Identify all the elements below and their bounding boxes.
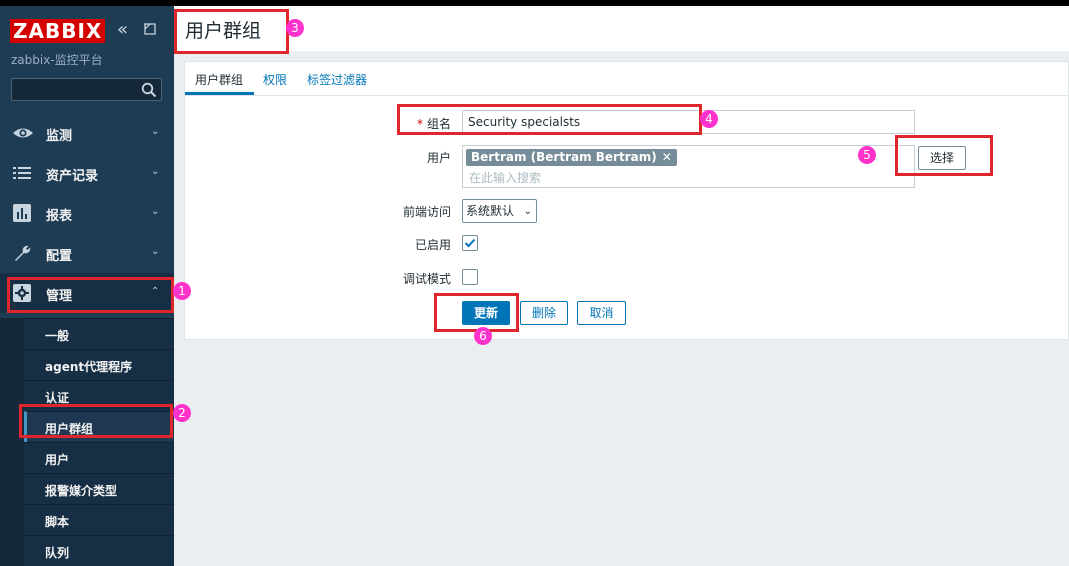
users-label: 用户 bbox=[426, 151, 451, 165]
chevron-down-icon: ⌄ bbox=[151, 246, 160, 257]
annotation-box-2 bbox=[19, 404, 173, 438]
tab-tag-filter[interactable]: 标签过滤器 bbox=[307, 71, 367, 88]
annotation-badge-1: 1 bbox=[173, 282, 191, 300]
submenu-label: agent代理程序 bbox=[45, 360, 133, 374]
annotation-box-4 bbox=[397, 104, 702, 135]
submenu-label: 一般 bbox=[45, 329, 70, 343]
frontend-access-value: 系统默认 bbox=[466, 204, 515, 218]
collapse-sidebar-icon[interactable]: « bbox=[117, 21, 134, 39]
delete-button[interactable]: 删除 bbox=[520, 301, 568, 325]
nav-configuration[interactable]: 配置 ⌄ bbox=[0, 233, 174, 273]
chevron-down-icon: ⌄ bbox=[151, 126, 160, 137]
nav-label: 资产记录 bbox=[46, 169, 99, 184]
list-icon bbox=[12, 164, 32, 182]
form-container: 用户群组 权限 标签过滤器 * 组名 Security specialsts 用户… bbox=[184, 61, 1069, 340]
submenu-item-scripts[interactable]: 脚本 bbox=[24, 504, 174, 535]
zabbix-logo[interactable]: ZABBIX bbox=[10, 19, 106, 43]
bar-chart-icon bbox=[12, 204, 32, 222]
submenu-label: 用户 bbox=[45, 453, 70, 467]
annotation-badge-5: 5 bbox=[858, 146, 876, 164]
server-name: zabbix-监控平台 bbox=[11, 53, 103, 67]
annotation-badge-2: 2 bbox=[173, 404, 191, 422]
enabled-label: 已启用 bbox=[414, 238, 451, 252]
submenu-indent bbox=[0, 318, 24, 566]
submenu-label: 报警媒介类型 bbox=[45, 484, 118, 498]
eye-icon bbox=[12, 124, 33, 142]
sidebar-search-input[interactable] bbox=[12, 79, 137, 100]
submenu-item-users[interactable]: 用户 bbox=[24, 442, 174, 473]
users-search-input[interactable]: 在此输入搜索 bbox=[469, 169, 541, 186]
annotation-badge-4: 4 bbox=[700, 110, 718, 128]
tab-bar: 用户群组 权限 标签过滤器 bbox=[185, 62, 1069, 96]
tab-user-group[interactable]: 用户群组 bbox=[195, 71, 243, 88]
wrench-icon bbox=[12, 244, 32, 262]
kiosk-mode-icon[interactable] bbox=[144, 23, 156, 35]
search-icon[interactable] bbox=[141, 82, 157, 98]
page-header: 用户群组 bbox=[174, 6, 1069, 51]
tab-permissions[interactable]: 权限 bbox=[263, 71, 287, 88]
nav-label: 配置 bbox=[46, 249, 73, 264]
submenu-item-proxies[interactable]: agent代理程序 bbox=[24, 349, 174, 380]
nav-label: 监测 bbox=[46, 129, 73, 144]
debug-mode-label: 调试模式 bbox=[402, 272, 451, 286]
nav-inventory[interactable]: 资产记录 ⌄ bbox=[0, 153, 174, 193]
frontend-access-label: 前端访问 bbox=[402, 205, 451, 219]
cancel-button[interactable]: 取消 bbox=[577, 301, 626, 325]
users-multiselect[interactable]: Bertram (Bertram Bertram) ✕ 在此输入搜索 bbox=[462, 145, 915, 188]
annotation-box-5 bbox=[895, 135, 993, 176]
administration-submenu: 一般 agent代理程序 认证 用户群组 用户 报警媒介类型 脚本 队列 bbox=[0, 318, 174, 566]
remove-tag-icon[interactable]: ✕ bbox=[662, 150, 672, 164]
submenu-item-media-types[interactable]: 报警媒介类型 bbox=[24, 473, 174, 504]
submenu-label: 队列 bbox=[45, 546, 70, 560]
annotation-box-1 bbox=[7, 277, 174, 313]
chevron-down-icon: ⌄ bbox=[151, 166, 160, 177]
nav-reports[interactable]: 报表 ⌄ bbox=[0, 193, 174, 233]
user-tag: Bertram (Bertram Bertram) ✕ bbox=[466, 149, 677, 166]
chevron-down-icon: ⌄ bbox=[523, 206, 532, 217]
submenu-label: 脚本 bbox=[45, 515, 70, 529]
enabled-checkbox[interactable] bbox=[462, 235, 478, 251]
nav-label: 报表 bbox=[46, 209, 73, 224]
sidebar-search bbox=[11, 78, 162, 101]
submenu-item-queue[interactable]: 队列 bbox=[24, 535, 174, 566]
annotation-box-6 bbox=[434, 293, 519, 332]
nav-monitoring[interactable]: 监测 ⌄ bbox=[0, 113, 174, 153]
annotation-badge-3: 3 bbox=[286, 19, 304, 37]
frontend-access-select[interactable]: 系统默认 ⌄ bbox=[462, 199, 537, 223]
submenu-item-general[interactable]: 一般 bbox=[24, 318, 174, 349]
debug-mode-checkbox[interactable] bbox=[462, 269, 478, 285]
active-tab-indicator bbox=[185, 92, 254, 95]
chevron-down-icon: ⌄ bbox=[151, 206, 160, 217]
annotation-box-3 bbox=[174, 9, 289, 54]
user-tag-label: Bertram (Bertram Bertram) bbox=[471, 150, 657, 164]
annotation-badge-6: 6 bbox=[474, 327, 492, 345]
